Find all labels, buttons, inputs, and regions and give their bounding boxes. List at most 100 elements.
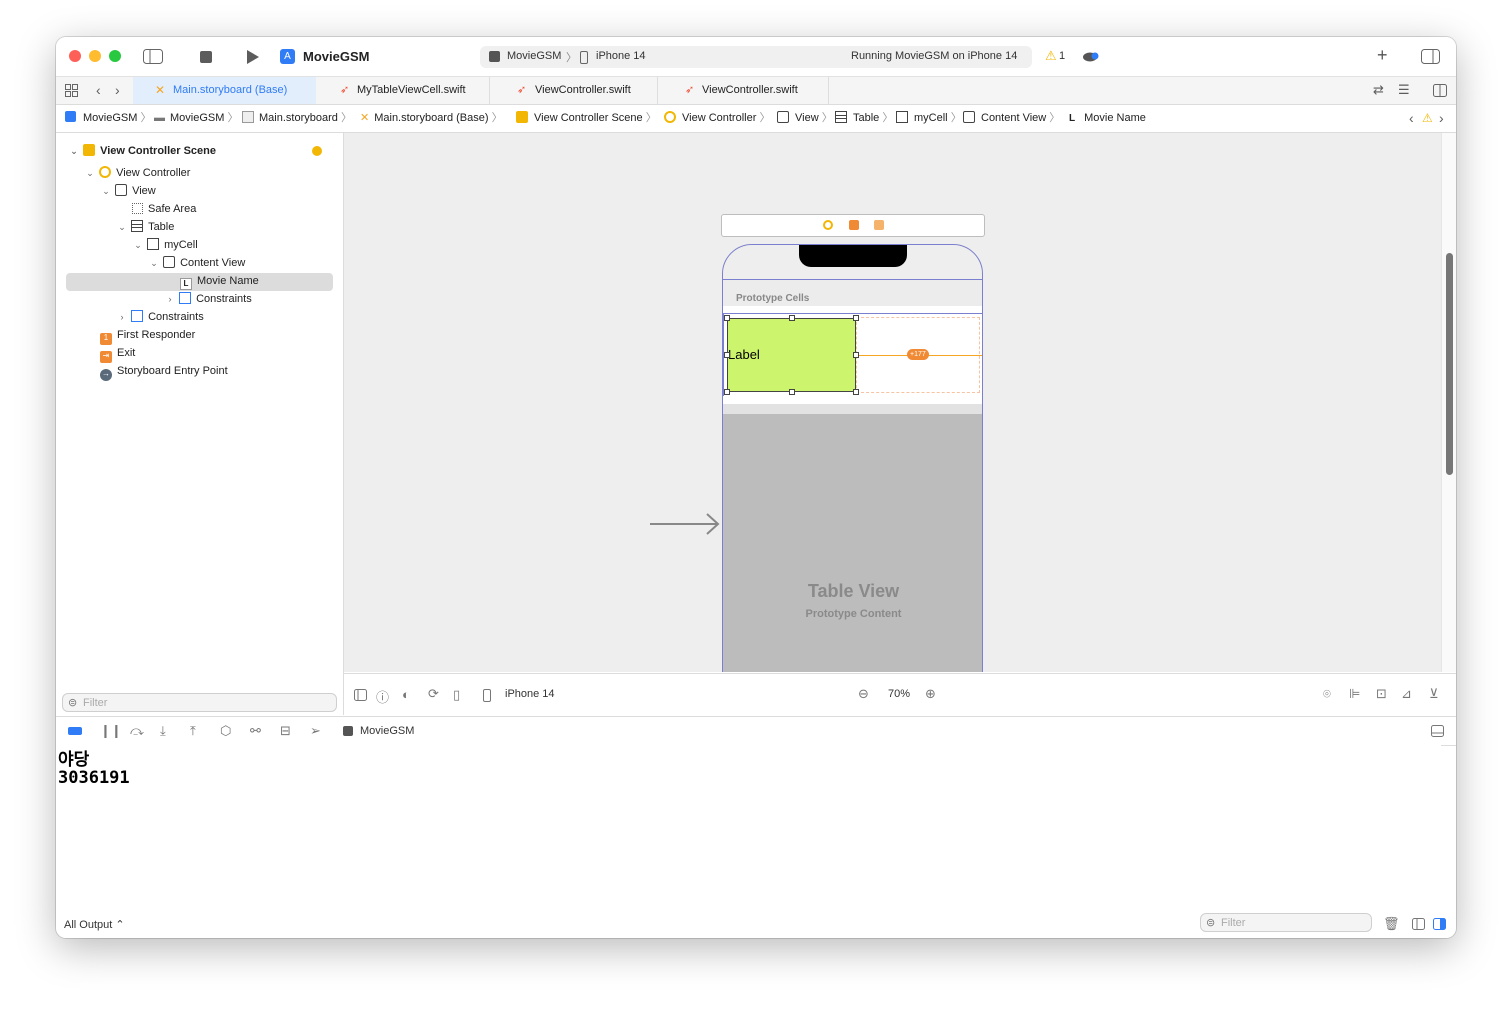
close-window-button[interactable]	[69, 50, 81, 62]
grid-icon[interactable]	[65, 84, 78, 97]
constraint-badge[interactable]: +177	[907, 349, 929, 360]
memory-graph-icon[interactable]: ⚯	[250, 723, 261, 739]
resize-handle[interactable]	[789, 389, 795, 395]
zoom-out-icon[interactable]: ⊖	[858, 686, 869, 702]
embed-icon[interactable]: ⊻	[1429, 686, 1439, 702]
debug-target[interactable]: MovieGSM	[360, 725, 414, 737]
outline-content-view[interactable]: ⌄ Content View	[148, 254, 245, 272]
forward-icon[interactable]: ›	[115, 83, 120, 97]
resize-handle[interactable]	[853, 352, 859, 358]
zoom-window-button[interactable]	[109, 50, 121, 62]
tab-viewcontroller-2[interactable]: ➶ ViewController.swift	[657, 77, 829, 104]
warning-count[interactable]: 1	[1059, 50, 1065, 62]
sidebar-toggle-icon[interactable]	[143, 49, 163, 64]
zoom-in-icon[interactable]: ⊕	[925, 686, 936, 702]
tab-main-storyboard[interactable]: ✕ Main.storyboard (Base)	[133, 77, 316, 104]
console-filter-input[interactable]: ⊜ Filter	[1200, 913, 1372, 932]
outline-view[interactable]: ⌄ View	[100, 182, 156, 200]
resize-handle[interactable]	[724, 352, 730, 358]
crumb-file[interactable]: Main.storyboard 〉	[242, 105, 352, 132]
previous-issue-icon[interactable]: ‹	[1409, 111, 1414, 125]
crumb-group[interactable]: ▬ MovieGSM 〉	[154, 105, 238, 132]
swap-icon[interactable]: ⇄	[1373, 83, 1384, 97]
tab-mytableviewcell[interactable]: ➶ MyTableViewCell.swift	[316, 77, 489, 104]
pin-icon[interactable]: ⊡	[1376, 686, 1387, 702]
outline-movie-name[interactable]: L Movie Name	[180, 272, 259, 290]
add-icon[interactable]: +	[1377, 45, 1388, 66]
orientation-icon[interactable]: ⟳	[428, 686, 439, 702]
outline-scene[interactable]: ⌄ View Controller Scene	[68, 142, 216, 160]
crumb-content-view[interactable]: Content View 〉	[963, 105, 1060, 132]
stop-icon[interactable]	[200, 51, 212, 63]
cloud-icon[interactable]	[1083, 51, 1100, 62]
update-frames-icon[interactable]: ⌾	[1323, 686, 1331, 702]
view-hierarchy-icon[interactable]: ⬡	[220, 723, 231, 739]
scheme-selector[interactable]: MovieGSM	[507, 50, 561, 62]
layout-icon[interactable]: ▯	[453, 687, 460, 703]
step-into-icon[interactable]: ⤓	[160, 723, 166, 739]
run-icon[interactable]	[246, 49, 260, 65]
resolve-issues-icon[interactable]: ⊿	[1401, 686, 1412, 702]
split-console-icon[interactable]	[1431, 725, 1444, 737]
outline-entry-point[interactable]: → Storyboard Entry Point	[100, 362, 228, 381]
next-issue-icon[interactable]: ›	[1439, 111, 1444, 125]
resize-handle[interactable]	[853, 389, 859, 395]
resize-handle[interactable]	[853, 315, 859, 321]
scene-dock[interactable]	[721, 214, 985, 237]
entry-point-arrow[interactable]	[650, 512, 722, 536]
align-icon[interactable]: ⊫	[1349, 686, 1360, 702]
resize-handle[interactable]	[724, 389, 730, 395]
outline-table[interactable]: ⌄ Table	[116, 218, 174, 236]
activity-view[interactable]: MovieGSM 〉 iPhone 14 Running MovieGSM on…	[480, 46, 1032, 68]
environment-overrides-icon[interactable]: ⊟	[280, 723, 291, 739]
device-selector[interactable]: iPhone 14	[596, 50, 646, 62]
appearance-icon[interactable]: ◐	[402, 687, 410, 702]
warning-icon[interactable]: ⚠	[1422, 111, 1433, 125]
vertical-scrollbar[interactable]	[1446, 253, 1453, 475]
outline-view-controller[interactable]: ⌄ View Controller	[84, 164, 190, 182]
minimize-window-button[interactable]	[89, 50, 101, 62]
output-selector[interactable]: All Output ⌃	[64, 918, 125, 931]
resize-handle[interactable]	[789, 315, 795, 321]
first-responder-icon[interactable]	[849, 220, 859, 230]
warning-icon[interactable]: ⚠	[1045, 48, 1057, 64]
outline-view-constraints[interactable]: › Constraints	[116, 308, 204, 326]
outline-first-responder[interactable]: 1 First Responder	[100, 326, 195, 345]
outline-filter-input[interactable]: ⊜ Filter	[62, 693, 337, 712]
crumb-project[interactable]: MovieGSM 〉	[65, 105, 151, 132]
crumb-scene[interactable]: View Controller Scene 〉	[516, 105, 657, 132]
pause-icon[interactable]: ❙❙	[100, 723, 122, 739]
console-output[interactable]: 야당 3036191	[56, 745, 1441, 908]
vertical-scroll-track[interactable]	[1441, 133, 1456, 672]
resize-handle[interactable]	[724, 315, 730, 321]
step-over-icon[interactable]: ⤼	[130, 723, 144, 739]
inspector-toggle-icon[interactable]	[1421, 49, 1440, 64]
crumb-view-controller[interactable]: View Controller 〉	[664, 105, 770, 132]
outline-mycell[interactable]: ⌄ myCell	[132, 236, 198, 254]
view-controller-icon[interactable]	[823, 220, 833, 230]
variables-view-icon[interactable]	[1412, 918, 1425, 930]
crumb-mycell[interactable]: myCell 〉	[896, 105, 962, 132]
add-editor-icon[interactable]	[1433, 84, 1447, 97]
exit-icon[interactable]	[874, 220, 884, 230]
hide-debug-area-icon[interactable]	[68, 727, 82, 735]
lines-icon[interactable]: ☰	[1398, 83, 1410, 97]
movie-name-label[interactable]: Label	[727, 318, 856, 392]
prototype-cell[interactable]: +177 Label	[723, 313, 982, 397]
tab-viewcontroller-1[interactable]: ➶ ViewController.swift	[489, 77, 658, 104]
crumb-base[interactable]: ✕ Main.storyboard (Base) 〉	[360, 105, 503, 132]
device-configuration[interactable]: iPhone 14	[505, 688, 555, 700]
trash-icon[interactable]: 🗑	[1383, 916, 1400, 932]
outline-exit[interactable]: ⇥ Exit	[100, 344, 135, 363]
location-icon[interactable]: ➢	[310, 723, 321, 739]
crumb-movie-name[interactable]: L Movie Name	[1069, 105, 1146, 132]
accessibility-icon[interactable]: ⓘ	[376, 687, 389, 706]
step-out-icon[interactable]: ⤒	[190, 723, 196, 739]
storyboard-canvas[interactable]: Prototype Cells +177 Label Table View Pr…	[344, 133, 1441, 672]
zoom-level[interactable]: 70%	[888, 688, 910, 700]
back-icon[interactable]: ‹	[96, 83, 101, 97]
console-view-icon[interactable]	[1433, 918, 1446, 930]
crumb-table[interactable]: Table 〉	[835, 105, 893, 132]
outline-cell-constraints[interactable]: › Constraints	[164, 290, 252, 308]
iphone-frame[interactable]: Prototype Cells +177 Label Table View Pr…	[722, 244, 983, 672]
